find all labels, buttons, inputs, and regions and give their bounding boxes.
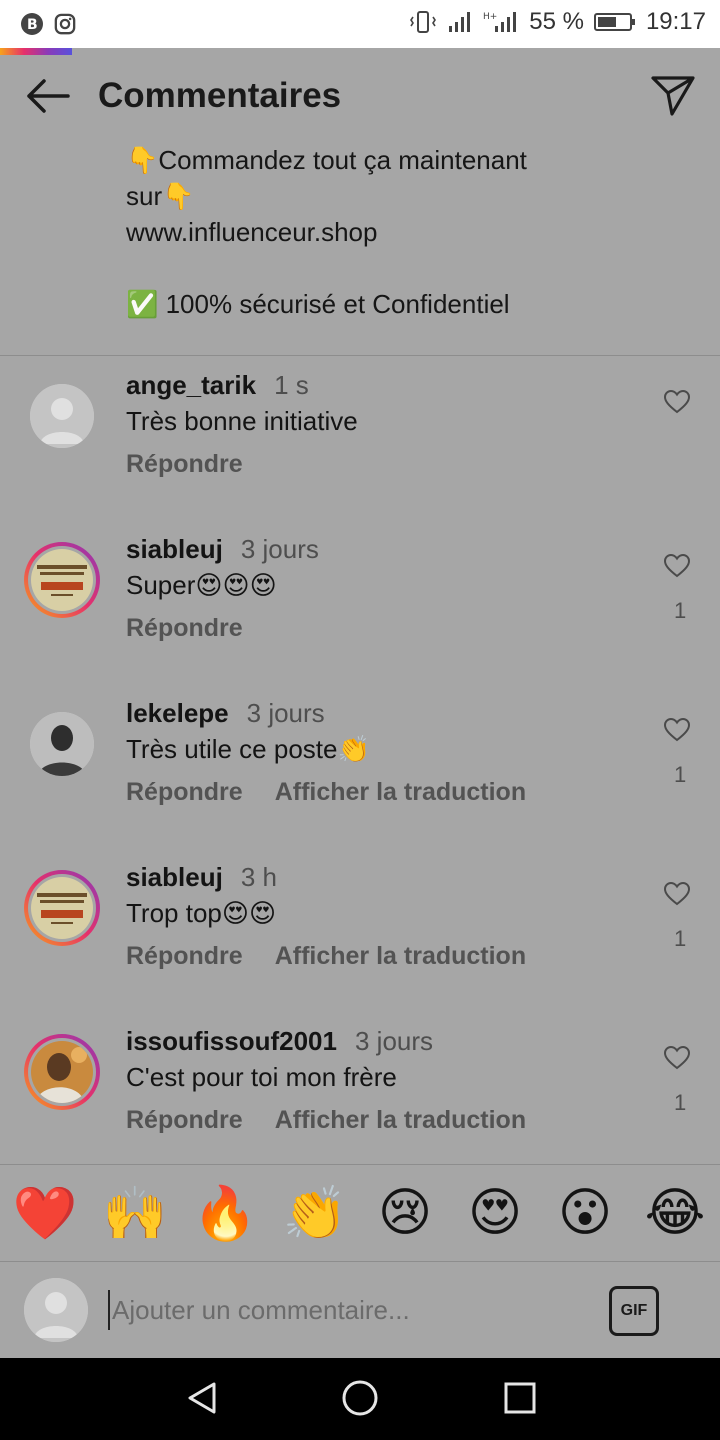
emoji-raised-hands-button[interactable]: 🙌: [100, 1183, 170, 1244]
emoji-quick-bar: ❤️ 🙌 🔥 👏 😢 😍 😮 😂: [0, 1164, 720, 1262]
heart-icon[interactable]: [664, 390, 690, 414]
reply-button[interactable]: Répondre: [126, 942, 243, 970]
my-avatar: [24, 1278, 88, 1342]
username-text[interactable]: siableuj: [126, 862, 223, 892]
username-text[interactable]: ange_tarik: [126, 370, 256, 400]
emoji-fire-button[interactable]: 🔥: [190, 1183, 260, 1244]
username-text[interactable]: lekelepe: [126, 698, 229, 728]
signal-h-icon: H+: [483, 12, 517, 32]
heart-icon[interactable]: [664, 718, 690, 742]
comment-username[interactable]: ange_tarik 1 s: [126, 370, 309, 401]
system-nav-bar: [0, 1358, 720, 1440]
avatar[interactable]: [24, 1034, 100, 1110]
comment-composer: Ajouter un commentaire... GIF: [0, 1262, 720, 1358]
nav-back-icon[interactable]: [182, 1378, 222, 1418]
comment-text: Super😍😍😍: [126, 570, 277, 600]
translate-button[interactable]: Afficher la traduction: [275, 942, 526, 970]
post-caption: 👇Commandez tout ça maintenant sur👇 www.i…: [126, 142, 686, 322]
avatar-image: [30, 712, 94, 776]
comment-text: Trop top😍😍: [126, 898, 277, 928]
svg-text:H+: H+: [483, 12, 497, 22]
comment-time: 1 s: [274, 370, 309, 400]
default-avatar-icon: [30, 384, 94, 448]
comment-username[interactable]: lekelepe 3 jours: [126, 698, 325, 729]
gif-button[interactable]: GIF: [609, 1286, 659, 1336]
signal-icon: [449, 12, 471, 32]
emoji-heart-button[interactable]: ❤️: [10, 1183, 80, 1244]
comment-username[interactable]: siableuj 3 h: [126, 862, 277, 893]
like-count: 1: [674, 762, 687, 787]
clock: 19:17: [645, 8, 706, 35]
emoji-laugh-button[interactable]: 😂: [640, 1183, 710, 1243]
avatar[interactable]: [30, 712, 94, 776]
comment-username[interactable]: siableuj 3 jours: [126, 534, 319, 565]
comment-actions: Répondre: [126, 450, 243, 479]
comment-time: 3 jours: [354, 1026, 434, 1056]
comment-actions: Répondre Afficher la traduction: [126, 778, 526, 807]
caption-line: ✅ 100% sécurisé et Confidentiel: [126, 289, 510, 319]
comment-actions: Répondre: [126, 614, 243, 643]
emoji-surprised-button[interactable]: 😮: [550, 1183, 620, 1243]
avatar-image: [31, 877, 93, 939]
comment-text: Très bonne initiative: [126, 406, 358, 436]
upload-progress-bar: [0, 48, 72, 55]
nav-recents-icon[interactable]: [502, 1378, 538, 1418]
status-bar: B H+ 55 % 19:17: [0, 0, 720, 48]
comment-item: siableuj 3 h Trop top😍😍 Répondre Afficher …: [0, 862, 720, 1040]
default-avatar-icon: [24, 1278, 88, 1342]
avatar[interactable]: [24, 870, 100, 946]
emoji-sad-button[interactable]: 😢: [370, 1183, 440, 1243]
reply-button[interactable]: Répondre: [126, 450, 243, 478]
translate-button[interactable]: Afficher la traduction: [275, 778, 526, 806]
comment-text: Très utile ce poste👏: [126, 734, 370, 764]
svg-text:B: B: [27, 17, 38, 33]
divider: [0, 355, 720, 356]
avatar[interactable]: [24, 542, 100, 618]
page-title: Commentaires: [98, 76, 342, 115]
back-arrow-icon[interactable]: [24, 78, 72, 114]
avatar-image: [31, 549, 93, 611]
b-coin-icon: B: [21, 13, 43, 35]
comment-text: C'est pour toi mon frère: [126, 1062, 397, 1092]
caption-line: sur👇: [126, 181, 195, 211]
translate-button[interactable]: Afficher la traduction: [275, 1106, 526, 1134]
heart-icon[interactable]: [664, 554, 690, 578]
battery-percent: 55 %: [529, 8, 584, 35]
send-icon[interactable]: [650, 74, 696, 118]
comment-time: 3 jours: [240, 534, 319, 564]
comment-item: lekelepe 3 jours Très utile ce poste👏 Rép…: [0, 698, 720, 876]
reply-button[interactable]: Répondre: [126, 778, 243, 806]
caption-link[interactable]: www.influenceur.shop: [126, 214, 686, 250]
reply-button[interactable]: Répondre: [126, 1106, 243, 1134]
battery-icon: [593, 13, 635, 31]
like-count: 1: [674, 926, 687, 951]
comment-time: 3 jours: [246, 698, 325, 728]
avatar-image: [31, 1041, 93, 1103]
like-count: 1: [674, 1090, 687, 1115]
username-text[interactable]: siableuj: [126, 534, 223, 564]
nav-home-icon[interactable]: [340, 1378, 380, 1418]
comment-username[interactable]: issoufissouf2001 3 jours: [126, 1026, 433, 1057]
comment-input[interactable]: Ajouter un commentaire...: [108, 1290, 592, 1330]
vibrate-icon: [410, 11, 437, 33]
comment-item: siableuj 3 jours Super😍😍😍 Répondre 1: [0, 534, 720, 712]
comment-item: ange_tarik 1 s Très bonne initiative Répo…: [0, 370, 720, 548]
instagram-icon: [54, 13, 76, 35]
like-count: 1: [674, 598, 687, 623]
top-app-bar: Commentaires: [0, 56, 720, 140]
avatar[interactable]: [30, 384, 94, 448]
comment-time: 3 h: [240, 862, 277, 892]
heart-icon[interactable]: [664, 1046, 690, 1070]
reply-button[interactable]: Répondre: [126, 614, 243, 642]
heart-icon[interactable]: [664, 882, 690, 906]
comment-actions: Répondre Afficher la traduction: [126, 1106, 526, 1135]
status-right: H+ 55 % 19:17: [409, 8, 706, 36]
comment-actions: Répondre Afficher la traduction: [126, 942, 526, 971]
status-left-icons: B: [20, 12, 76, 36]
caption-line: 👇Commandez tout ça maintenant: [126, 145, 527, 175]
username-text[interactable]: issoufissouf2001: [126, 1026, 337, 1056]
emoji-heart-eyes-button[interactable]: 😍: [460, 1183, 530, 1243]
emoji-clap-button[interactable]: 👏: [280, 1183, 350, 1244]
